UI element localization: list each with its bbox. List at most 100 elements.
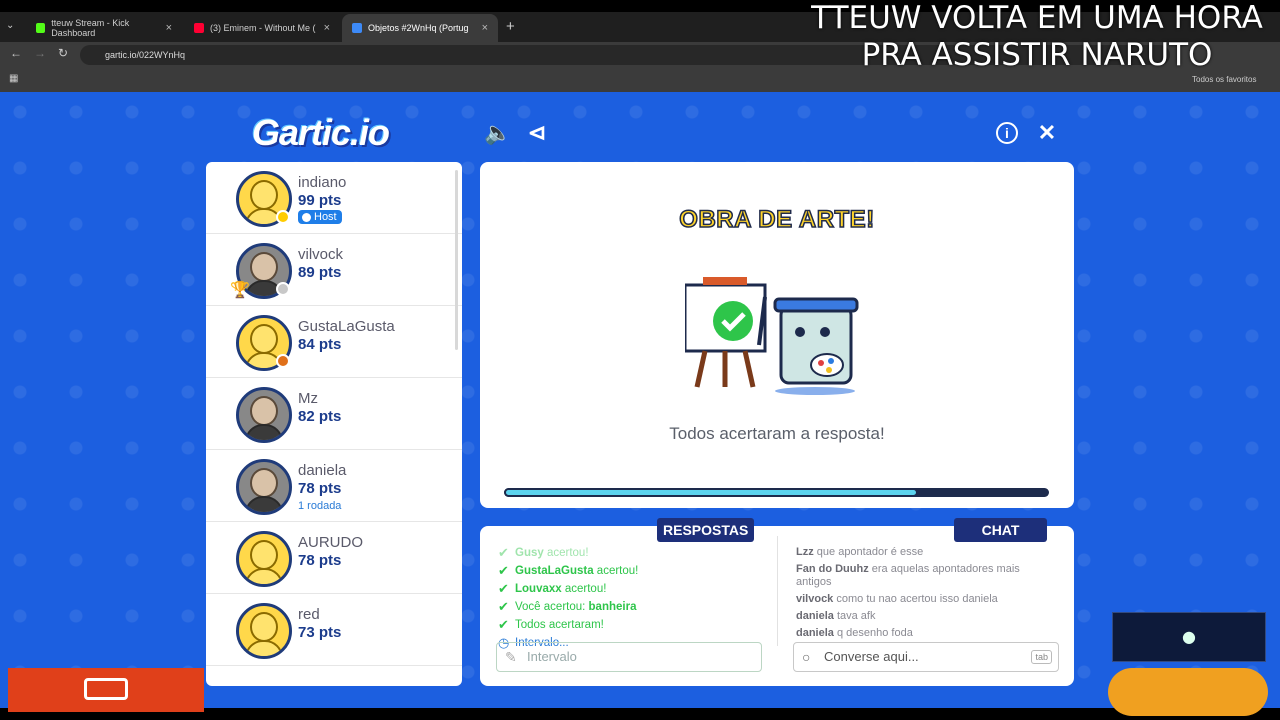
- avatar: [236, 387, 292, 443]
- round-progress-fill: [504, 488, 919, 497]
- gartic-logo: Gartic.io: [252, 112, 390, 153]
- reload-icon[interactable]: ↻: [58, 46, 68, 60]
- answer-player: GustaLaGusta: [515, 565, 594, 577]
- chat-author: daniela: [796, 627, 834, 639]
- player-points: 73 pts: [298, 624, 342, 641]
- round-progress-bar: [504, 488, 1049, 497]
- close-tab-icon[interactable]: ×: [166, 22, 172, 34]
- chat-text: como tu nao acertou isso daniela: [833, 593, 998, 605]
- answer-text: acertou!: [561, 583, 607, 595]
- player-row[interactable]: AURUDO 78 pts: [206, 522, 462, 594]
- player-name: vilvock: [298, 246, 344, 263]
- stream-logo-widget: ●: [1112, 612, 1266, 662]
- forward-icon[interactable]: →: [34, 46, 46, 60]
- new-tab-icon[interactable]: +: [506, 18, 515, 35]
- player-round-note: 1 rodada: [298, 500, 342, 512]
- camera-icon: [84, 678, 128, 700]
- players-scrollbar[interactable]: [455, 170, 458, 350]
- chat-message: daniela tava afk: [796, 610, 1054, 623]
- players-list: indiano 99 pts Host 🏆 vilvock 89 pts GustaLaGu…: [206, 162, 462, 686]
- player-name: AURUDO: [298, 534, 364, 551]
- tab-label: tteuw Stream - Kick Dashboard: [51, 18, 130, 38]
- stream-overlay-text: TTEUW VOLTA EM UMA HORA PRA ASSISTIR NAR…: [802, 0, 1272, 74]
- answer-player: Louvaxx: [515, 583, 562, 595]
- avatar-body: [245, 640, 283, 656]
- answers-chat-panel: RESPOSTAS CHAT Gusy acertou! GustaLaGusta…: [480, 518, 1074, 686]
- chat-message: Fan do Duuhz era aquelas apontadores mai…: [796, 563, 1054, 589]
- tab-label: (3) Eminem - Without Me (: [210, 23, 316, 33]
- tab-search-icon[interactable]: ⌄: [6, 20, 14, 31]
- tab-key-hint: tab: [1031, 650, 1052, 664]
- avatar-body: [245, 496, 283, 512]
- chat-author: daniela: [796, 610, 834, 622]
- all-bookmarks-link[interactable]: Todos os favoritos: [1192, 75, 1256, 84]
- chat-text: tava afk: [833, 610, 876, 622]
- player-points: 78 pts: [298, 480, 342, 497]
- player-points: 78 pts: [298, 552, 342, 569]
- answer-player: Gusy: [515, 547, 544, 559]
- player-row[interactable]: GustaLaGusta 84 pts: [206, 306, 462, 378]
- kick-icon: [36, 23, 46, 33]
- answer-input[interactable]: ✎ Intervalo: [496, 642, 762, 672]
- apps-icon[interactable]: ▦: [9, 73, 18, 84]
- close-icon[interactable]: ✕: [1034, 120, 1060, 146]
- player-name: indiano: [298, 174, 347, 191]
- player-row[interactable]: red 73 pts: [206, 594, 462, 666]
- back-icon[interactable]: ←: [10, 46, 22, 60]
- youtube-icon: [194, 23, 204, 33]
- chat-message: daniela q desenho foda: [796, 627, 1054, 640]
- player-row[interactable]: 🏆 vilvock 89 pts: [206, 234, 462, 306]
- info-icon[interactable]: i: [996, 122, 1018, 144]
- avatar: [236, 603, 292, 659]
- close-tab-icon[interactable]: ×: [482, 22, 488, 34]
- avatar: [236, 459, 292, 515]
- player-name: daniela: [298, 462, 347, 479]
- tab-youtube[interactable]: (3) Eminem - Without Me ( ×: [184, 14, 340, 42]
- status-dot: [276, 354, 290, 368]
- pencil-icon: ✎: [505, 649, 517, 665]
- avatar-face: [250, 612, 278, 642]
- avatar-body: [245, 424, 283, 440]
- player-points: 89 pts: [298, 264, 342, 281]
- panel-divider: [777, 536, 778, 646]
- player-name: red: [298, 606, 320, 623]
- player-points: 84 pts: [298, 336, 342, 353]
- answer-text: Todos acertaram!: [515, 619, 604, 631]
- close-tab-icon[interactable]: ×: [324, 22, 330, 34]
- stage-message: Todos acertaram a resposta!: [669, 424, 885, 443]
- share-icon[interactable]: ⊲: [524, 120, 550, 146]
- chat-list: Lzz que apontador é esse Fan do Duuhz era…: [796, 546, 1054, 644]
- chat-input-placeholder: Converse aqui...: [824, 649, 919, 664]
- overlay-line-2: PRA ASSISTIR NARUTO: [861, 37, 1213, 73]
- stage-title: OBRA DE ARTE!: [679, 205, 875, 234]
- avatar-face: [250, 396, 278, 426]
- tab-kick-dashboard[interactable]: tteuw Stream - Kick Dashboard ×: [26, 14, 182, 42]
- answers-tab[interactable]: RESPOSTAS: [657, 518, 755, 542]
- player-row[interactable]: indiano 99 pts Host: [206, 162, 462, 234]
- chat-message: Lzz que apontador é esse: [796, 546, 1054, 559]
- chat-author: Lzz: [796, 546, 814, 558]
- answers-list: Gusy acertou!GustaLaGusta acertou!Louvax…: [498, 544, 768, 652]
- chat-author: vilvock: [796, 593, 834, 605]
- player-name: GustaLaGusta: [298, 318, 395, 335]
- player-points: 99 pts: [298, 192, 342, 209]
- avatar-face: [250, 252, 278, 282]
- drawing-stage: OBRA DE ARTE! Todos acertaram a resposta…: [480, 162, 1074, 508]
- weapon-skin-widget: [1108, 668, 1268, 716]
- chat-input[interactable]: ○ Converse aqui... tab: [793, 642, 1059, 672]
- chat-tab[interactable]: CHAT: [954, 518, 1047, 542]
- avatar-face: [250, 540, 278, 570]
- player-row[interactable]: Mz 82 pts: [206, 378, 462, 450]
- game-page: Gartic.io 🔈 ⊲ i ✕ indiano 99 pts Host 🏆 vilv…: [0, 92, 1280, 708]
- status-dot: [276, 210, 290, 224]
- avatar-face: [250, 324, 278, 354]
- avatar: [236, 531, 292, 587]
- player-row[interactable]: daniela 78 pts 1 rodada: [206, 450, 462, 522]
- mibr-logo-icon: ●: [1182, 627, 1196, 646]
- avatar-face: [250, 468, 278, 498]
- sound-icon[interactable]: 🔈: [484, 120, 511, 146]
- tab-gartic[interactable]: Objetos #2WnHq (Portug ×: [342, 14, 498, 42]
- answer-entry: Louvaxx acertou!: [498, 580, 768, 598]
- avatar-body: [245, 568, 283, 584]
- player-points: 82 pts: [298, 408, 342, 425]
